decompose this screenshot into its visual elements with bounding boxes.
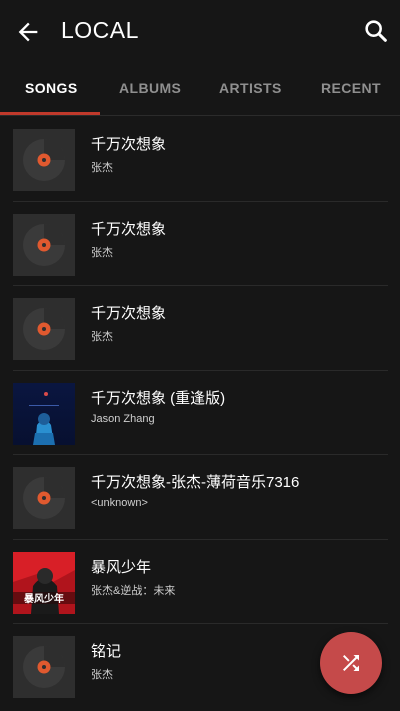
disc-icon: [13, 129, 75, 191]
song-artist: 张杰: [91, 669, 113, 681]
song-row[interactable]: 千万次想象 (重逢版) Jason Zhang: [0, 371, 400, 455]
song-artist: Jason Zhang: [91, 412, 155, 425]
song-row[interactable]: 暴风少年 暴风少年 张杰&逆战：未来: [0, 540, 400, 624]
tab-albums[interactable]: ALBUMS: [119, 80, 181, 96]
song-title: 铭记: [91, 643, 122, 660]
album-art-placeholder: [13, 636, 75, 698]
song-row[interactable]: 千万次想象 张杰: [0, 286, 400, 371]
disc-icon: [13, 467, 75, 529]
song-title: 千万次想象: [91, 220, 167, 238]
song-row[interactable]: 千万次想象-张杰-薄荷音乐7316 <unknown>: [0, 455, 400, 540]
album-cover: 暴风少年: [13, 551, 75, 614]
back-arrow-icon[interactable]: [14, 18, 42, 46]
disc-icon: [13, 636, 75, 698]
shuffle-fab-button[interactable]: [320, 632, 382, 694]
page-title: LOCAL: [61, 17, 139, 43]
song-title: 千万次想象: [91, 136, 167, 153]
tab-songs[interactable]: SONGS: [25, 80, 78, 96]
song-title: 千万次想象 (重逢版): [91, 389, 226, 407]
tab-recent[interactable]: RECENT: [321, 80, 381, 96]
song-artist: <unknown>: [91, 497, 148, 509]
album-art-placeholder: [13, 298, 75, 360]
album-art-placeholder: [13, 467, 75, 529]
tabs-divider: [0, 115, 400, 116]
song-title: 千万次想象: [91, 305, 167, 322]
tab-artists[interactable]: ARTISTS: [219, 80, 282, 96]
app-bar: LOCAL: [0, 0, 400, 62]
tab-bar: SONGS ALBUMS ARTISTS RECENT: [0, 62, 400, 115]
song-title: 暴风少年: [91, 558, 152, 576]
song-row[interactable]: 千万次想象 张杰: [0, 202, 400, 286]
song-artist: 张杰: [91, 162, 113, 174]
disc-icon: [13, 213, 75, 276]
album-cover-image: 暴风少年: [13, 551, 75, 614]
album-cover: [13, 382, 75, 445]
song-artist: 张杰: [91, 331, 113, 343]
cover-text: 暴风少年: [23, 592, 64, 605]
song-artist: 张杰: [91, 246, 113, 259]
album-art-placeholder: [13, 129, 75, 191]
song-artist: 张杰&逆战：未来: [91, 584, 176, 597]
song-title: 千万次想象-张杰-薄荷音乐7316: [91, 474, 300, 491]
album-cover-image: [13, 382, 75, 445]
disc-icon: [13, 298, 75, 360]
search-icon[interactable]: [362, 17, 390, 45]
album-art-placeholder: [13, 213, 75, 276]
song-row[interactable]: 千万次想象 张杰: [0, 117, 400, 202]
shuffle-icon: [343, 655, 359, 671]
song-list: 千万次想象 张杰 千万次想象 张杰 千万次想象 张杰 千万次想象 (重逢版) J…: [0, 117, 400, 709]
